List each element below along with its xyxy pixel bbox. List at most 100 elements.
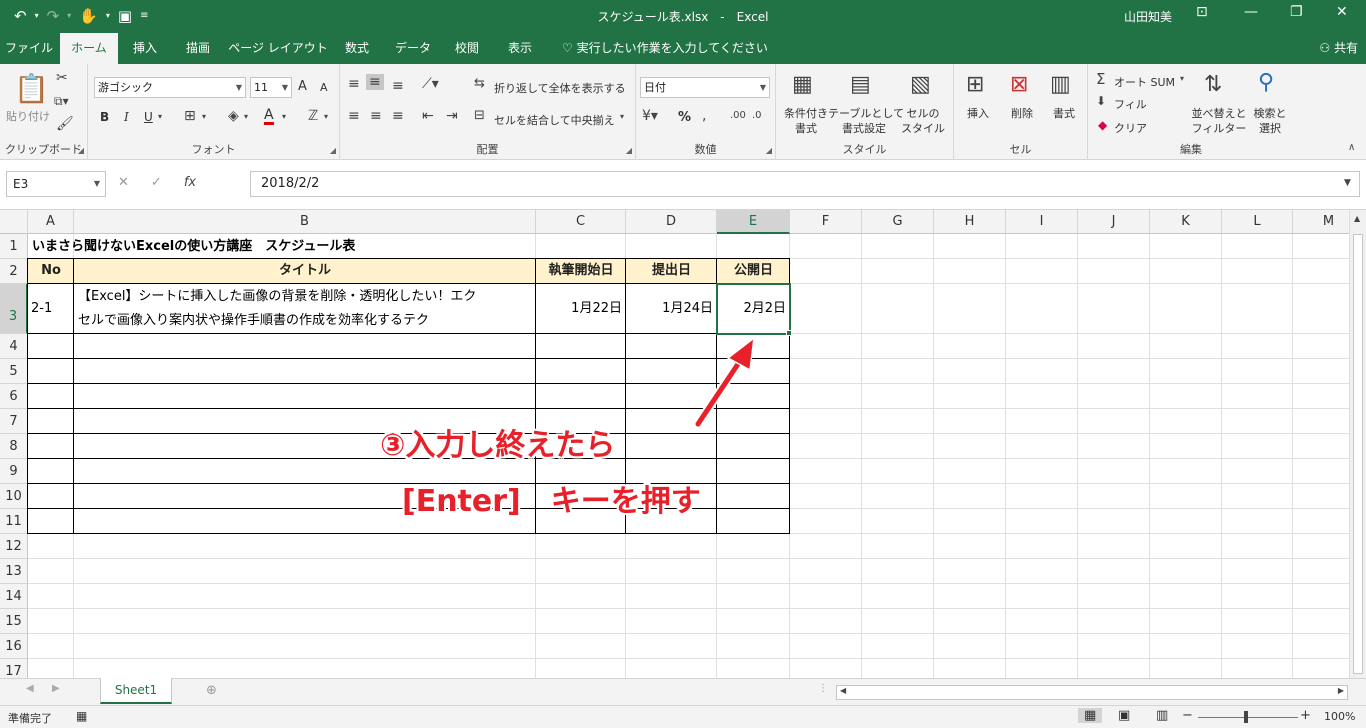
alignment-launcher-icon[interactable]: ◢ — [626, 146, 632, 155]
insert-cells-label[interactable]: 挿入 — [956, 106, 1000, 121]
zoom-out-icon[interactable]: − — [1182, 708, 1193, 723]
clear-label[interactable]: クリア — [1114, 120, 1147, 136]
column-header-I[interactable]: I — [1006, 210, 1078, 234]
align-left-icon[interactable]: ≡ — [348, 108, 360, 124]
tab-view[interactable]: 表示 — [494, 33, 546, 64]
row-header-5[interactable]: 5 — [0, 359, 28, 384]
split-handle-icon[interactable]: ⋮ — [818, 683, 828, 694]
decrease-indent-icon[interactable]: ⇤ — [422, 108, 434, 124]
column-header-C[interactable]: C — [536, 210, 626, 234]
sheet-tab-sheet1[interactable]: Sheet1 — [100, 678, 172, 704]
bold-button[interactable]: B — [100, 110, 109, 124]
delete-cells-icon[interactable]: ⊠ — [1010, 72, 1028, 97]
font-color-icon[interactable]: A — [264, 108, 274, 125]
tab-file[interactable]: ファイル — [0, 33, 58, 64]
phonetic-dropdown-icon[interactable]: ▾ — [324, 112, 328, 121]
column-header-E[interactable]: E — [717, 210, 790, 234]
borders-dropdown-icon[interactable]: ▾ — [202, 112, 206, 121]
tab-home[interactable]: ホーム — [60, 33, 118, 64]
fill-color-icon[interactable]: ◈ — [228, 108, 239, 124]
align-bottom-icon[interactable]: ≡ — [392, 78, 404, 94]
row-header-6[interactable]: 6 — [0, 384, 28, 409]
expand-formula-icon[interactable]: ▼ — [1344, 178, 1351, 188]
delete-cells-label[interactable]: 削除 — [1000, 106, 1044, 121]
macro-record-icon[interactable]: ▦ — [76, 709, 87, 723]
decrease-decimal-icon[interactable]: .0 — [752, 110, 762, 121]
increase-decimal-icon[interactable]: .00 — [730, 110, 746, 121]
grow-font-icon[interactable]: A — [298, 79, 307, 94]
column-header-H[interactable]: H — [934, 210, 1006, 234]
format-cells-label[interactable]: 書式 — [1042, 106, 1086, 121]
shrink-font-icon[interactable]: A — [320, 81, 328, 94]
row-header-17[interactable]: 17 — [0, 659, 28, 678]
row-header-4[interactable]: 4 — [0, 334, 28, 359]
column-header-G[interactable]: G — [862, 210, 934, 234]
name-box[interactable]: E3 ▼ — [6, 171, 106, 197]
tell-me-box[interactable]: ♡ 実行したい作業を入力してください — [562, 33, 768, 64]
align-center-icon[interactable]: ≡ — [370, 108, 382, 124]
conditional-formatting-icon[interactable]: ▦ — [792, 72, 813, 97]
tab-data[interactable]: データ — [386, 33, 440, 64]
sheet-title-cell[interactable]: いまさら聞けないExcelの使い方講座 スケジュール表 — [32, 234, 355, 259]
minimize-icon[interactable]: — — [1244, 4, 1258, 20]
zoom-in-icon[interactable]: + — [1300, 708, 1311, 723]
format-as-table-icon[interactable]: ▤ — [850, 72, 871, 97]
row-header-10[interactable]: 10 — [0, 484, 28, 509]
number-launcher-icon[interactable]: ◢ — [766, 146, 772, 155]
worksheet-grid[interactable]: A B C D E F G H I J K L M 1 2 3 4 5 6 7 8 9 10 11 12 13 14 15 16 17 No… — [0, 210, 1349, 678]
merge-center-label[interactable]: セルを結合して中央揃え — [494, 112, 615, 128]
scroll-left-icon[interactable]: ◀ — [840, 686, 846, 695]
wrap-text-icon[interactable]: ⇆ — [474, 76, 485, 91]
row-header-11[interactable]: 11 — [0, 509, 28, 534]
row-header-12[interactable]: 12 — [0, 534, 28, 559]
ribbon-display-icon[interactable]: ⊡ — [1196, 4, 1208, 20]
font-size-combo[interactable]: 11 ▼ — [250, 77, 292, 98]
italic-button[interactable]: I — [124, 110, 129, 124]
wrap-text-label[interactable]: 折り返して全体を表示する — [494, 80, 626, 96]
align-top-icon[interactable]: ≡ — [348, 76, 360, 92]
tab-insert[interactable]: 挿入 — [120, 33, 170, 64]
copy-icon[interactable]: ⧉▾ — [54, 94, 69, 109]
row-header-9[interactable]: 9 — [0, 459, 28, 484]
phonetic-icon[interactable]: ℤ — [308, 108, 318, 124]
page-layout-view-icon[interactable]: ▣ — [1118, 708, 1130, 723]
borders-icon[interactable]: ⊞ — [184, 108, 196, 124]
font-launcher-icon[interactable]: ◢ — [330, 146, 336, 155]
zoom-slider-thumb[interactable] — [1244, 711, 1248, 723]
tab-draw[interactable]: 描画 — [172, 33, 224, 64]
align-right-icon[interactable]: ≡ — [392, 108, 404, 124]
comma-style-icon[interactable]: , — [702, 108, 706, 124]
tab-review[interactable]: 校閲 — [444, 33, 490, 64]
scroll-up-icon[interactable]: ▲ — [1354, 214, 1360, 223]
sort-filter-label[interactable]: 並べ替えと フィルター — [1188, 106, 1250, 136]
font-color-dropdown-icon[interactable]: ▾ — [282, 112, 286, 121]
close-icon[interactable]: ✕ — [1336, 4, 1348, 20]
next-sheet-icon[interactable]: ▶ — [52, 683, 60, 694]
merge-dropdown-icon[interactable]: ▾ — [620, 112, 624, 121]
autosum-label[interactable]: オート SUM — [1114, 74, 1175, 90]
increase-indent-icon[interactable]: ⇥ — [446, 108, 458, 124]
cell-styles-icon[interactable]: ▧ — [910, 72, 931, 97]
vertical-scroll-thumb[interactable] — [1353, 234, 1363, 674]
add-sheet-icon[interactable]: ⊕ — [206, 683, 217, 698]
column-header-B[interactable]: B — [74, 210, 536, 234]
insert-function-icon[interactable]: fx — [184, 175, 196, 190]
select-all-corner[interactable] — [0, 210, 28, 234]
zoom-slider-track[interactable] — [1198, 717, 1298, 718]
restore-icon[interactable]: ❐ — [1290, 4, 1303, 20]
find-select-icon[interactable]: ⚲ — [1258, 70, 1274, 95]
orientation-icon[interactable]: ⟋▾ — [422, 76, 439, 92]
sort-filter-icon[interactable]: ⇅ — [1204, 72, 1222, 97]
cancel-icon[interactable]: ✕ — [118, 175, 129, 190]
column-header-M[interactable]: M — [1293, 210, 1349, 234]
column-header-J[interactable]: J — [1078, 210, 1150, 234]
scroll-right-icon[interactable]: ▶ — [1338, 686, 1344, 695]
fill-icon[interactable]: ⬇ — [1096, 94, 1106, 108]
row-header-14[interactable]: 14 — [0, 584, 28, 609]
vertical-scrollbar[interactable]: ▲ — [1349, 210, 1366, 678]
format-painter-icon[interactable]: 🖌 — [56, 116, 74, 132]
collapse-ribbon-icon[interactable]: ∧ — [1348, 142, 1355, 153]
paste-label[interactable]: 貼り付け — [6, 108, 50, 124]
row-header-2[interactable]: 2 — [0, 259, 28, 284]
merge-center-icon[interactable]: ⊟ — [474, 108, 485, 123]
